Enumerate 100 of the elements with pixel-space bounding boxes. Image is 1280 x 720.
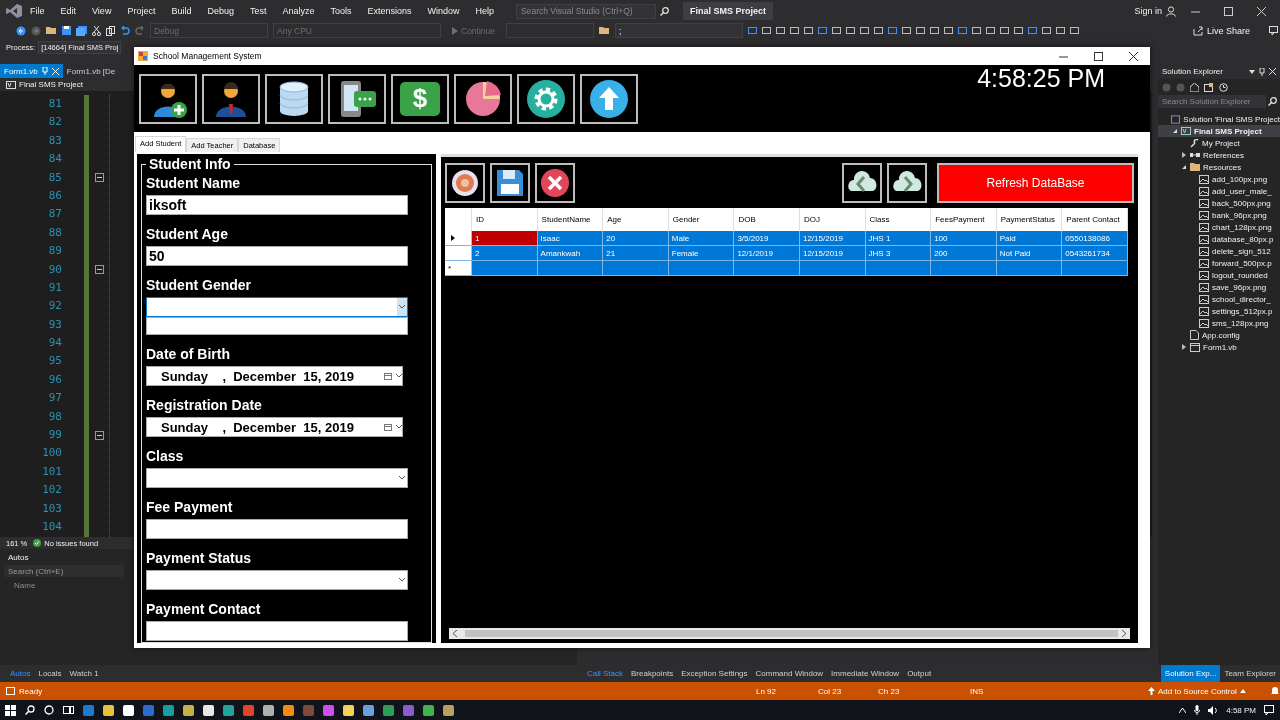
column-header[interactable]: ID bbox=[471, 208, 538, 231]
tree-item[interactable]: add_100px.png bbox=[1158, 173, 1280, 185]
column-header[interactable]: DOB bbox=[733, 208, 800, 231]
tree-item[interactable]: My Project bbox=[1158, 137, 1280, 149]
dropdown-field[interactable] bbox=[146, 570, 408, 590]
panel-tab[interactable]: Exception Settings bbox=[677, 665, 752, 682]
tree-item[interactable]: school_director_ bbox=[1158, 293, 1280, 305]
tree-item[interactable]: delete_sign_512 bbox=[1158, 245, 1280, 257]
tree-item[interactable]: save_96px.png bbox=[1158, 281, 1280, 293]
app-icon[interactable] bbox=[203, 704, 214, 716]
refresh-button[interactable]: Refresh DataBase bbox=[937, 163, 1134, 203]
cut-icon[interactable] bbox=[92, 25, 101, 36]
circle-icon[interactable] bbox=[44, 705, 54, 715]
menu-item[interactable]: View bbox=[84, 6, 120, 16]
panel-tab[interactable]: Output bbox=[903, 665, 936, 682]
caret-down-icon[interactable] bbox=[1249, 69, 1255, 74]
icon-button[interactable] bbox=[490, 163, 530, 203]
tree-item[interactable]: Solution 'Final SMS Project bbox=[1158, 113, 1280, 125]
panel-tab[interactable]: Breakpoints bbox=[627, 665, 678, 682]
app-icon[interactable] bbox=[423, 704, 434, 716]
undo-icon[interactable] bbox=[120, 26, 130, 35]
dropdown-field[interactable] bbox=[146, 297, 408, 317]
toolbar-button[interactable] bbox=[328, 73, 386, 124]
icon-button[interactable] bbox=[887, 163, 927, 203]
tree-item[interactable]: sms_128px.png bbox=[1158, 317, 1280, 329]
text-field[interactable] bbox=[146, 519, 408, 539]
collapse-icon[interactable] bbox=[94, 430, 104, 440]
expand-arrow-icon[interactable] bbox=[1181, 344, 1186, 350]
search-field[interactable]: Search Solution Explorer bbox=[1158, 95, 1266, 108]
history-icon[interactable] bbox=[1219, 82, 1228, 92]
close-icon[interactable] bbox=[1129, 51, 1138, 61]
tree-item[interactable]: logout_rounded bbox=[1158, 269, 1280, 281]
column-header[interactable]: Class bbox=[865, 208, 931, 231]
maximize-icon[interactable] bbox=[1094, 51, 1103, 61]
tree-item[interactable]: settings_512px.p bbox=[1158, 305, 1280, 317]
save-icon[interactable] bbox=[62, 26, 71, 35]
speaker-icon[interactable] bbox=[1208, 705, 1219, 715]
text-field[interactable]: 50 bbox=[146, 246, 408, 266]
person-icon[interactable] bbox=[1166, 5, 1177, 17]
tree-item[interactable]: back_500px.png bbox=[1158, 197, 1280, 209]
tree-item[interactable]: Resources bbox=[1158, 161, 1280, 173]
open-folder-icon[interactable] bbox=[46, 26, 57, 35]
save-all-icon[interactable] bbox=[76, 25, 87, 36]
panel-tab[interactable]: Team Explorer bbox=[1220, 665, 1280, 682]
copy-icon[interactable] bbox=[106, 25, 115, 36]
app-icon[interactable] bbox=[123, 704, 134, 716]
toolbar-field[interactable]: ; bbox=[615, 23, 744, 38]
pin-icon[interactable] bbox=[1259, 67, 1265, 76]
app-icon[interactable] bbox=[443, 704, 454, 716]
menu-item[interactable]: Debug bbox=[199, 6, 242, 16]
icon-button[interactable] bbox=[842, 163, 882, 203]
expand-arrow-icon[interactable] bbox=[1172, 129, 1177, 133]
column-header[interactable]: StudentName bbox=[537, 208, 603, 231]
caret-up-icon[interactable] bbox=[1179, 707, 1187, 713]
sign-in-link[interactable]: Sign in bbox=[1134, 6, 1162, 16]
tree-item[interactable]: References bbox=[1158, 149, 1280, 161]
home-icon[interactable] bbox=[1190, 82, 1199, 92]
tree-item[interactable]: database_80px.p bbox=[1158, 233, 1280, 245]
panel-tab[interactable]: Immediate Window bbox=[827, 665, 904, 682]
panel-tab[interactable]: Watch 1 bbox=[65, 665, 103, 682]
redo-icon[interactable] bbox=[135, 26, 145, 35]
windows-logo-icon[interactable] bbox=[5, 704, 16, 716]
menu-item[interactable]: Test bbox=[241, 6, 275, 16]
panel-tab[interactable]: Call Stack bbox=[583, 665, 627, 682]
tree-item[interactable]: App.config bbox=[1158, 329, 1280, 341]
tree-item[interactable]: bank_96px.png bbox=[1158, 209, 1280, 221]
collapse-icon[interactable] bbox=[94, 265, 104, 275]
app-icon[interactable] bbox=[183, 704, 194, 716]
panel-tab[interactable]: Locals bbox=[34, 665, 66, 682]
text-field[interactable] bbox=[146, 621, 408, 641]
collapse-icon[interactable] bbox=[94, 173, 104, 183]
menu-item[interactable]: Window bbox=[419, 6, 468, 16]
source-control-button[interactable]: Add to Source Control bbox=[1148, 686, 1270, 696]
feedback-icon[interactable] bbox=[1269, 25, 1280, 36]
column-header[interactable]: PaymentStatus bbox=[996, 208, 1062, 231]
toolbar-button[interactable] bbox=[265, 73, 323, 124]
microphone-icon[interactable] bbox=[1194, 705, 1201, 715]
app-icon[interactable] bbox=[363, 704, 374, 716]
live-share-button[interactable]: Live Share bbox=[1186, 24, 1256, 37]
menu-item[interactable]: Tools bbox=[322, 6, 360, 16]
panel-tab[interactable]: Command Window bbox=[751, 665, 828, 682]
app-icon[interactable] bbox=[103, 704, 114, 716]
document-tab[interactable]: Form1.vb [De bbox=[62, 64, 120, 78]
date-picker[interactable]: Sunday , December 15, 2019 bbox=[146, 417, 403, 437]
expand-arrow-icon[interactable] bbox=[1181, 165, 1186, 169]
menu-item[interactable]: Project bbox=[119, 6, 164, 16]
toolbar-button[interactable] bbox=[139, 73, 197, 124]
app-icon[interactable] bbox=[283, 704, 294, 716]
tree-item[interactable]: Form1.vb bbox=[1158, 341, 1280, 353]
app-icon[interactable] bbox=[163, 704, 174, 716]
menu-item[interactable]: Build bbox=[163, 6, 200, 16]
expand-arrow-icon[interactable] bbox=[1181, 152, 1186, 158]
search-icon[interactable] bbox=[660, 6, 670, 16]
tree-item[interactable]: forward_500px.p bbox=[1158, 257, 1280, 269]
panel-tab[interactable]: Solution Exp... bbox=[1160, 665, 1221, 682]
column-header[interactable]: Parent Contact bbox=[1061, 208, 1128, 231]
app-icon[interactable] bbox=[343, 704, 354, 716]
menu-item[interactable]: File bbox=[22, 6, 53, 16]
toolbar-button[interactable] bbox=[202, 73, 260, 124]
menu-item[interactable]: Help bbox=[467, 6, 503, 16]
